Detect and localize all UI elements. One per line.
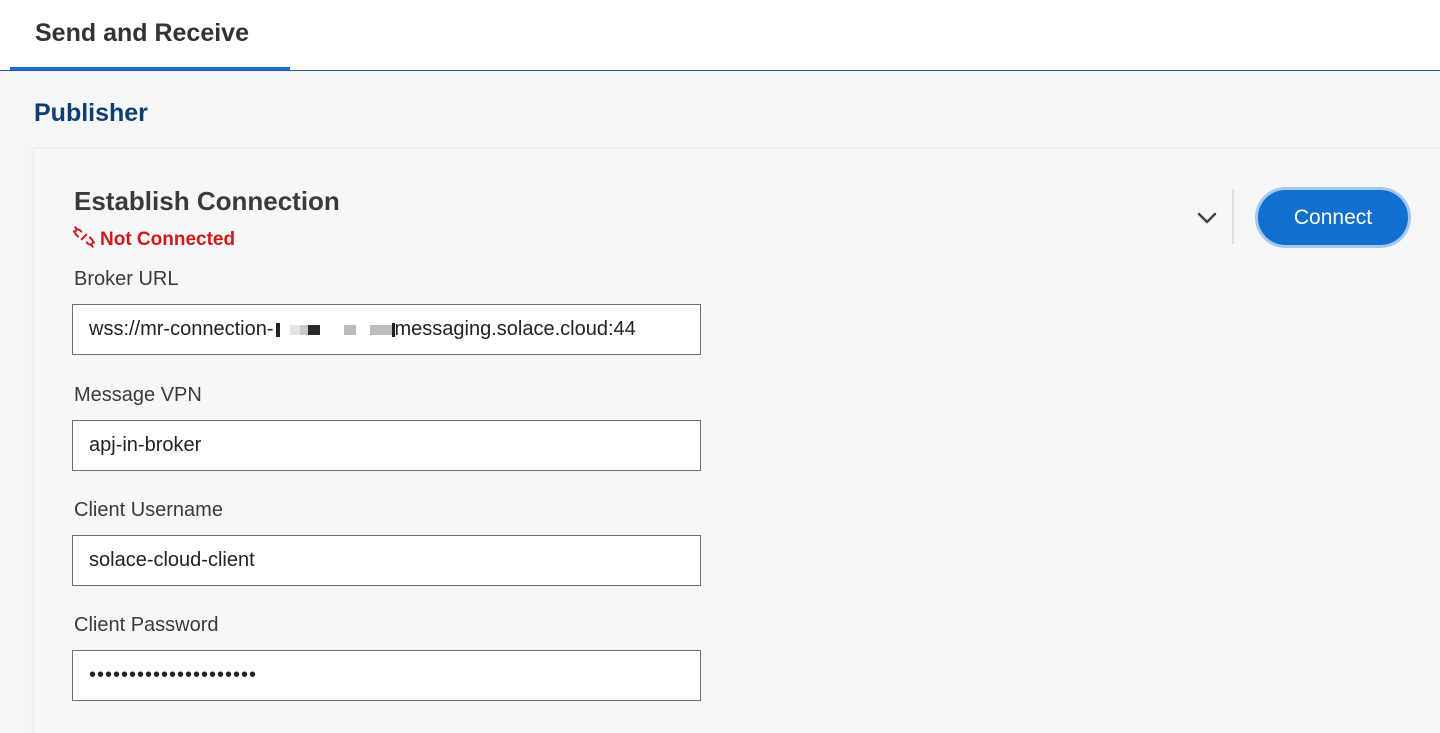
broken-link-icon [72,226,96,254]
client-password-field[interactable]: ••••••••••••••••••••• [72,650,701,701]
message-vpn-field[interactable]: apj-in-broker [72,420,701,471]
section-title-publisher: Publisher [34,99,148,127]
client-password-value: ••••••••••••••••••••• [89,664,258,686]
broker-url-field[interactable]: wss://mr-connection- messaging.solace.cl… [72,304,701,355]
card-title: Establish Connection [74,186,340,216]
connect-button[interactable]: Connect [1255,187,1411,248]
client-username-value: solace-cloud-client [89,549,255,571]
status-text: Not Connected [100,229,236,250]
message-vpn-value: apj-in-broker [89,434,202,456]
client-username-label: Client Username [74,499,223,521]
tab-bar: Send and Receive [0,0,1440,71]
client-username-field[interactable]: solace-cloud-client [72,535,701,586]
header-divider [1232,189,1234,244]
message-vpn-label: Message VPN [74,384,202,406]
broker-url-value-end: messaging.solace.cloud:44 [394,318,636,340]
broker-url-value-start: wss://mr-connection- [89,318,274,340]
tab-send-and-receive[interactable]: Send and Receive [10,0,290,70]
connection-status: Not Connected [72,226,236,254]
chevron-down-icon[interactable] [1192,203,1222,233]
redacted-segment [275,322,395,337]
broker-url-label: Broker URL [74,268,179,290]
client-password-label: Client Password [74,614,219,636]
